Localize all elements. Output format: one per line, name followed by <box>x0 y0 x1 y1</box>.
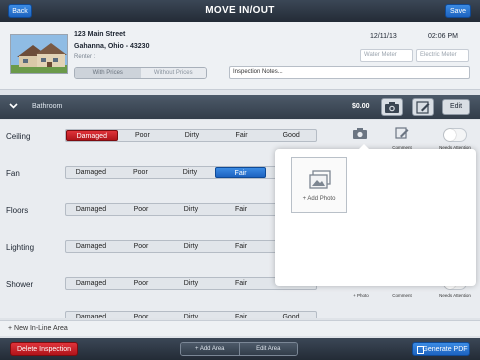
item-label: Lighting <box>6 243 35 252</box>
property-photo[interactable] <box>10 34 68 74</box>
top-navigation-bar: Back MOVE IN/OUT Save <box>0 0 480 22</box>
rating-damaged[interactable]: Damaged <box>66 204 116 215</box>
electric-meter-field[interactable]: Electric Meter <box>416 49 469 62</box>
without-prices-option[interactable]: Without Prices <box>140 68 206 78</box>
add-area-button[interactable]: + Add Area <box>181 343 239 355</box>
screen-title: MOVE IN/OUT <box>205 5 275 16</box>
item-label: Ceiling <box>6 132 31 141</box>
camera-icon <box>385 102 399 113</box>
area-actions: + Add Area Edit Area <box>180 342 298 356</box>
item-label: Shower <box>6 280 34 289</box>
save-button[interactable]: Save <box>445 4 471 18</box>
area-edit-button[interactable]: Edit <box>442 99 470 115</box>
generate-pdf-label: Generate PDF <box>422 346 468 353</box>
add-photo-button[interactable]: + Add Photo <box>291 157 347 213</box>
camera-icon[interactable] <box>352 126 368 140</box>
delete-inspection-button[interactable]: Delete Inspection <box>10 342 78 356</box>
collapse-chevron-icon[interactable] <box>9 101 18 112</box>
rating-fair[interactable]: Fair <box>217 130 267 141</box>
renter-label: Renter : <box>74 54 96 60</box>
inspection-row-partial: Damaged Poor Dirty Fair Good <box>0 305 480 318</box>
rating-dirty[interactable]: Dirty <box>165 167 215 178</box>
document-icon <box>417 346 424 354</box>
area-price: $0.00 <box>352 103 370 110</box>
pencil-icon[interactable] <box>394 126 410 140</box>
rating-damaged[interactable]: Damaged <box>66 312 116 318</box>
bottom-toolbar: Delete Inspection + Add Area Edit Area G… <box>0 338 480 360</box>
needs-attention-caption: Needs Attention <box>439 293 471 298</box>
rating-fair[interactable]: Fair <box>216 241 266 252</box>
property-header: 123 Main Street Gahanna, Ohio - 43230 Re… <box>0 22 480 90</box>
area-camera-button[interactable] <box>381 98 403 116</box>
condition-rating: Damaged Poor Dirty Fair Good <box>65 311 317 318</box>
inspection-notes-field[interactable]: Inspection Notes... <box>229 66 470 79</box>
generate-pdf-button[interactable]: Generate PDF <box>412 342 470 356</box>
rating-poor[interactable]: Poor <box>116 278 166 289</box>
rating-poor[interactable]: Poor <box>116 167 166 178</box>
pencil-icon <box>416 101 430 114</box>
rating-good[interactable]: Good <box>266 130 316 141</box>
new-inline-area-row[interactable]: + New In-Line Area <box>0 320 480 336</box>
water-meter-field[interactable]: Water Meter <box>360 49 413 62</box>
rating-poor[interactable]: Poor <box>116 312 166 318</box>
area-name: Bathroom <box>32 103 63 110</box>
city-state-zip: Gahanna, Ohio - 43230 <box>74 43 150 50</box>
comment-caption: Comment <box>392 293 412 298</box>
condition-rating: Damaged Poor Dirty Fair Good <box>65 129 317 142</box>
rating-good[interactable]: Good <box>266 312 316 318</box>
rating-dirty[interactable]: Dirty <box>167 130 217 141</box>
rating-poor[interactable]: Poor <box>116 204 166 215</box>
rating-fair[interactable]: Fair <box>214 167 267 178</box>
rating-dirty[interactable]: Dirty <box>166 278 216 289</box>
rating-dirty[interactable]: Dirty <box>166 312 216 318</box>
rating-poor[interactable]: Poor <box>118 130 168 141</box>
area-section-bar: Bathroom $0.00 Edit <box>0 95 480 119</box>
area-comment-button[interactable] <box>412 98 434 116</box>
item-label: Floors <box>6 206 29 215</box>
rating-dirty[interactable]: Dirty <box>166 241 216 252</box>
needs-attention-toggle[interactable] <box>443 128 467 142</box>
add-photo-label: + Add Photo <box>302 196 336 202</box>
rating-damaged[interactable]: Damaged <box>66 241 116 252</box>
edit-area-button[interactable]: Edit Area <box>238 343 297 355</box>
rating-poor[interactable]: Poor <box>116 241 166 252</box>
rating-dirty[interactable]: Dirty <box>166 204 216 215</box>
item-label: Fan <box>6 169 20 178</box>
house-image-icon <box>11 35 67 73</box>
photo-caption: + Photo <box>353 293 369 298</box>
photo-gallery-icon <box>309 170 331 189</box>
add-photo-popover: + Add Photo <box>275 144 476 286</box>
rating-fair[interactable]: Fair <box>216 204 266 215</box>
price-toggle: With Prices Without Prices <box>74 67 207 79</box>
rating-damaged[interactable]: Damaged <box>66 278 116 289</box>
rating-fair[interactable]: Fair <box>216 312 266 318</box>
inspection-time: 02:06 PM <box>428 33 458 40</box>
with-prices-option[interactable]: With Prices <box>75 68 141 78</box>
rating-damaged[interactable]: Damaged <box>66 130 118 141</box>
rating-fair[interactable]: Fair <box>216 278 266 289</box>
inspection-date: 12/11/13 <box>370 33 397 40</box>
rating-damaged[interactable]: Damaged <box>66 167 116 178</box>
new-inline-area-label: + New In-Line Area <box>8 325 68 332</box>
street-address: 123 Main Street <box>74 31 126 38</box>
